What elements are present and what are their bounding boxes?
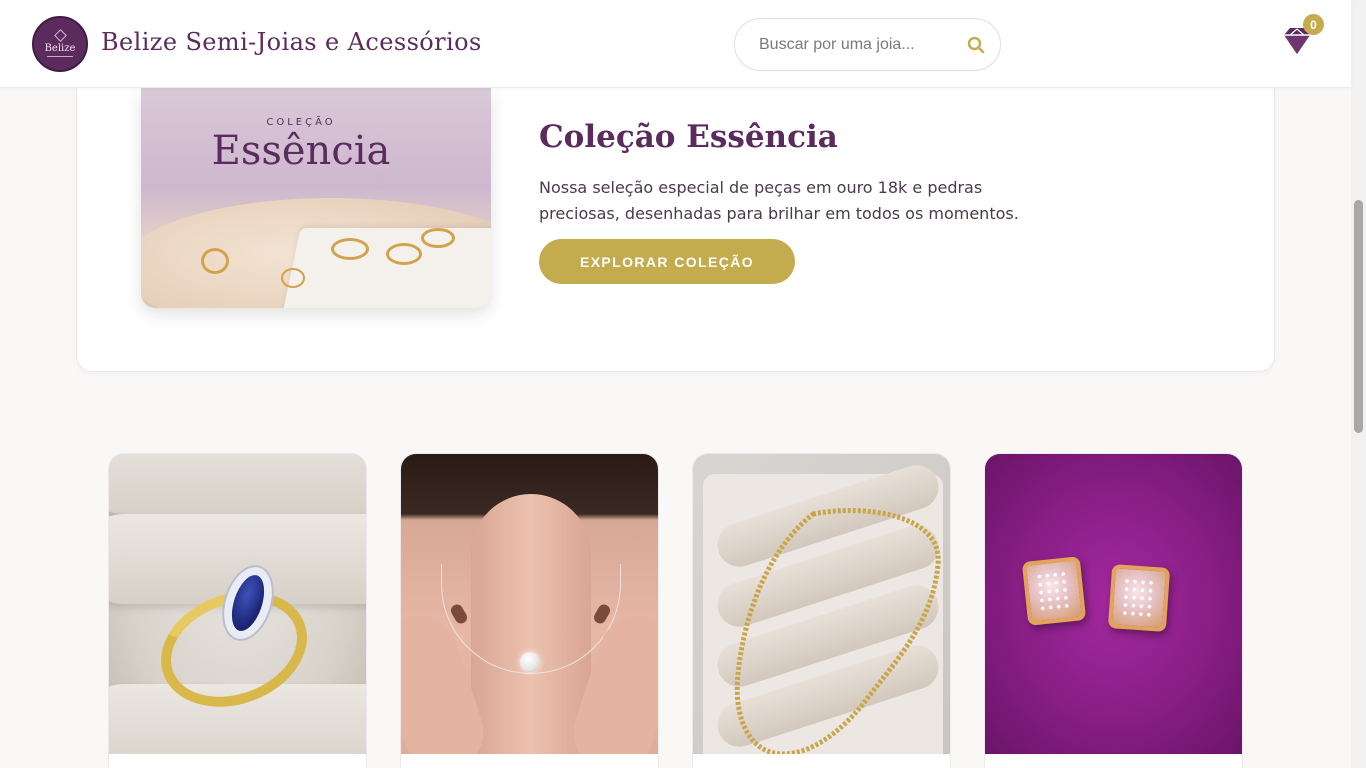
ring-shape [386,243,422,265]
brand-name[interactable]: Belize Semi-Joias e Acessórios [101,28,482,56]
bracelet-chain [734,508,941,754]
search-input[interactable] [759,34,939,56]
product-card[interactable] [108,453,367,768]
stud-crystals [1120,576,1158,620]
search-box [734,18,1001,71]
gold-chain-bracelet-photo[interactable] [693,454,950,754]
ring-shape [421,228,455,248]
site-header: Belize Belize Semi-Joias e Acessórios 0 [0,0,1351,88]
collection-title: Coleção Essência [539,119,838,155]
marble-block [281,228,491,308]
necklace-gem [520,652,540,672]
ring-shape [201,248,229,274]
earring-stud [1107,564,1171,632]
page-scrollbar-thumb[interactable] [1354,200,1363,433]
image-kicker-text: COLEÇÃO [266,117,336,128]
brand-logo[interactable]: Belize [32,16,88,72]
logo-diamond-icon [53,29,67,42]
sapphire-ring-photo[interactable] [109,454,366,754]
collection-description: Nossa seleção especial de peças em ouro … [539,178,1019,223]
logo-text: Belize [44,43,76,54]
ring-shape [281,268,305,288]
cart-count-badge: 0 [1303,14,1324,35]
solitaire-necklace-photo[interactable] [401,454,658,754]
search-icon[interactable] [967,36,985,54]
explore-collection-button[interactable]: EXPLORAR COLEÇÃO [539,239,795,284]
ring-shape [331,238,369,260]
stud-crystals [1035,569,1073,613]
image-title-text: Essência [211,128,391,174]
collection-image[interactable]: COLEÇÃO Essência [141,88,491,308]
product-card[interactable] [692,453,951,768]
square-stud-earrings-photo[interactable] [985,454,1242,754]
product-card[interactable] [984,453,1243,768]
earring-stud [1021,556,1087,626]
product-card[interactable] [400,453,659,768]
fabric-fold [109,454,366,514]
logo-underline [47,56,73,57]
